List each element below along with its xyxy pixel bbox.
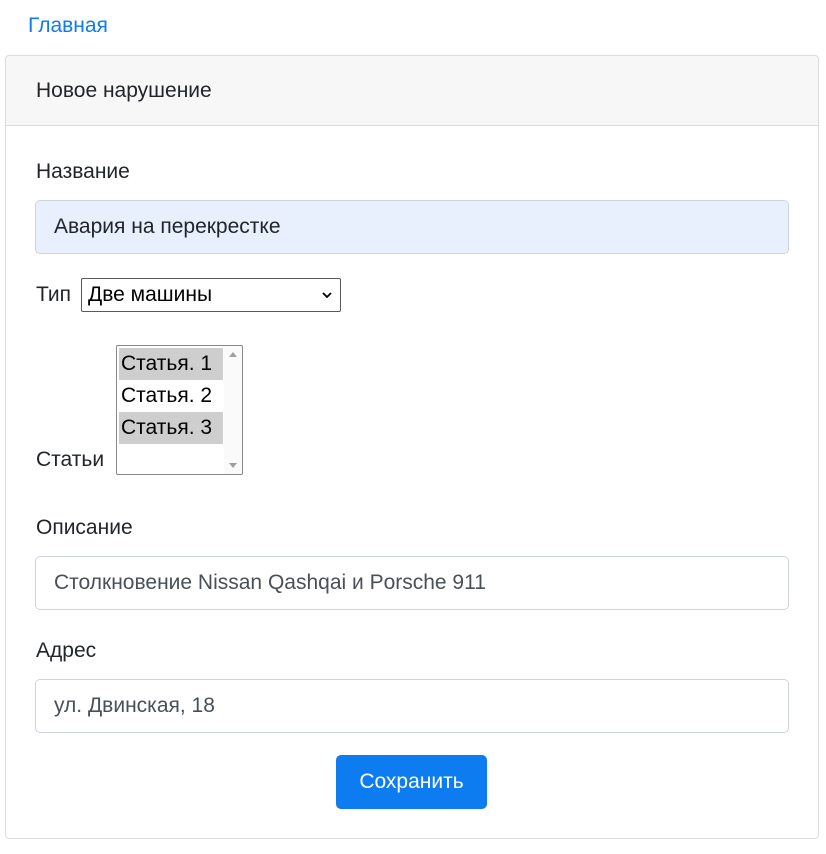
type-select[interactable]: Две машины	[81, 278, 341, 312]
description-label: Описание	[36, 516, 133, 539]
chevron-down-icon	[322, 292, 332, 299]
violation-form-card: Новое нарушение Название Тип Две машины …	[5, 55, 819, 839]
scroll-up-icon[interactable]	[229, 352, 237, 357]
articles-label: Статьи	[36, 448, 105, 471]
article-option-3[interactable]: Статья. 3	[119, 412, 223, 444]
articles-listbox[interactable]: Статья. 1 Статья. 2 Статья. 3	[116, 345, 243, 475]
home-link[interactable]: Главная	[28, 12, 108, 40]
article-option-2[interactable]: Статья. 2	[119, 380, 223, 412]
name-input[interactable]	[35, 200, 789, 254]
save-button[interactable]: Сохранить	[336, 755, 487, 809]
name-label: Название	[36, 160, 130, 183]
type-select-value: Две машины	[88, 283, 213, 306]
address-input[interactable]	[35, 679, 789, 733]
form-title: Новое нарушение	[6, 56, 818, 126]
listbox-scrollbar[interactable]	[224, 346, 242, 474]
scroll-down-icon[interactable]	[229, 463, 237, 468]
type-label: Тип	[36, 283, 72, 306]
description-input[interactable]	[35, 556, 789, 610]
address-label: Адрес	[36, 639, 97, 662]
article-option-1[interactable]: Статья. 1	[119, 348, 223, 380]
